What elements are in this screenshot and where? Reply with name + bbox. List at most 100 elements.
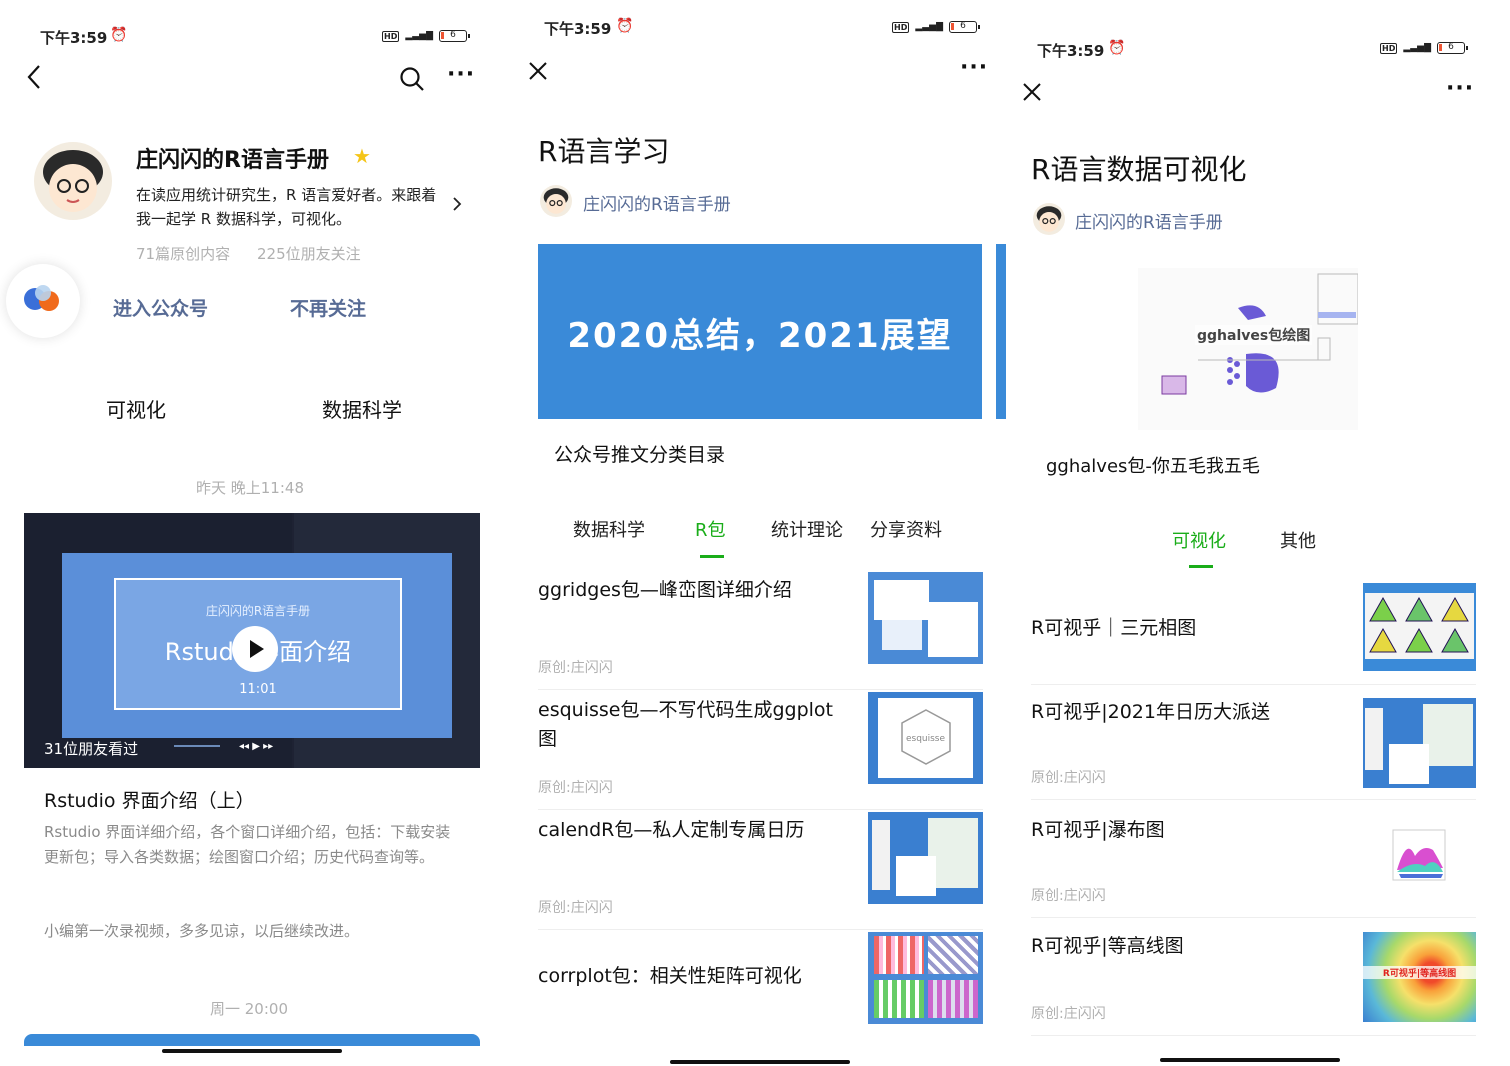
album-title: R语言学习 <box>538 135 670 168</box>
article-thumbnail <box>1363 583 1476 671</box>
account-profile-panel: 下午3:59 ⏰ HD ▂▃▅▇ 6 ··· 庄闪闪的R语言手册 ★ 在读应用统… <box>0 0 500 1066</box>
app-logo-icon <box>6 264 80 338</box>
article-thumbnail <box>1363 816 1476 906</box>
list-item[interactable]: R可视乎|等高线图 原创:庄闪闪 R可视乎|等高线图 <box>1031 926 1476 1036</box>
video-controls-icon[interactable]: ◂◂ ▶ ▸▸ <box>239 741 273 752</box>
hero-label: gghalves包绘图 <box>1195 325 1313 345</box>
avatar[interactable] <box>34 142 112 220</box>
thumb-plot <box>1365 593 1474 659</box>
list-item[interactable]: corrplot包：相关性矩阵可视化 <box>538 932 983 1050</box>
article-thumbnail <box>868 932 983 1024</box>
author-avatar[interactable] <box>540 185 572 217</box>
enter-account-button[interactable]: 进入公众号 <box>113 294 208 321</box>
article-meta: 原创:庄闪闪 <box>538 900 613 916</box>
thumb-plot <box>928 980 978 1018</box>
thumb-label: R可视乎|等高线图 <box>1363 966 1476 979</box>
category-data-science[interactable]: 数据科学 <box>322 394 402 423</box>
close-icon[interactable] <box>1022 82 1042 106</box>
banner-card[interactable]: 2020总结，2021展望 <box>538 244 982 419</box>
article-thumbnail: esquisse <box>868 692 983 784</box>
back-icon[interactable] <box>26 64 42 97</box>
tab-shared-materials[interactable]: 分享资料 <box>870 516 942 542</box>
close-icon[interactable] <box>528 61 548 85</box>
active-tab-indicator <box>1189 565 1213 568</box>
thumb-logo-card: esquisse <box>878 698 973 778</box>
video-viewers: 31位朋友看过 <box>44 740 139 758</box>
thumb-plot <box>882 620 922 650</box>
category-visualization[interactable]: 可视化 <box>106 394 166 423</box>
status-time: 下午3:59 <box>1037 42 1105 60</box>
hd-icon: HD <box>382 30 400 42</box>
article-meta: 原创:庄闪闪 <box>1031 770 1106 786</box>
play-icon[interactable] <box>232 626 278 672</box>
author-name[interactable]: 庄闪闪的R语言手册 <box>583 190 731 215</box>
status-time: 下午3:59 <box>40 29 108 47</box>
article-meta: 原创:庄闪闪 <box>538 660 613 676</box>
tab-visualization[interactable]: 可视化 <box>1172 527 1226 553</box>
list-item[interactable]: ggridges包—峰峦图详细介绍 原创:庄闪闪 <box>538 572 983 690</box>
banner-caption: 公众号推文分类目录 <box>554 444 726 466</box>
tab-data-science[interactable]: 数据科学 <box>573 516 645 542</box>
battery-icon: 6 <box>1437 42 1469 54</box>
signal-icon: ▂▃▅▇ <box>1403 43 1432 53</box>
more-icon[interactable]: ··· <box>1446 76 1474 101</box>
article-thumbnail: R可视乎|等高线图 <box>1363 932 1476 1022</box>
feed-title[interactable]: Rstudio 界面介绍（上） <box>44 786 255 813</box>
more-icon[interactable]: ··· <box>447 62 475 87</box>
next-card[interactable] <box>24 1034 480 1046</box>
list-item[interactable]: R可视乎|2021年日历大派送 原创:庄闪闪 <box>1031 690 1476 800</box>
thumb-plot <box>928 936 978 974</box>
video-card[interactable]: 庄闪闪的R语言手册 Rstudio界面介绍 11:01 31位朋友看过 ◂◂ ▶… <box>24 513 480 768</box>
original-count: 71篇原创内容 <box>136 245 231 263</box>
follower-count: 225位朋友关注 <box>257 245 361 263</box>
article-meta: 原创:庄闪闪 <box>538 780 613 796</box>
battery-icon: 6 <box>439 30 471 42</box>
list-item[interactable]: calendR包—私人定制专属日历 原创:庄闪闪 <box>538 812 983 930</box>
signal-icon: ▂▃▅▇ <box>915 22 944 32</box>
feed-timestamp-2: 周一 20:00 <box>210 1000 288 1018</box>
tab-other[interactable]: 其他 <box>1280 527 1316 553</box>
unfollow-button[interactable]: 不再关注 <box>290 294 366 321</box>
hero-image[interactable]: gghalves包绘图 <box>1138 268 1358 430</box>
home-indicator[interactable] <box>670 1060 850 1064</box>
thumb-plot <box>1389 744 1429 784</box>
feed-body: Rstudio 界面详细介绍，各个窗口详细介绍，包括：下载安装更新包；导入各类数… <box>44 823 451 866</box>
hero-caption[interactable]: gghalves包-你五毛我五毛 <box>1046 452 1260 478</box>
home-indicator[interactable] <box>162 1049 342 1053</box>
thumb-plot <box>928 602 978 657</box>
thumb-plot <box>874 936 924 974</box>
article-meta: 原创:庄闪闪 <box>1031 888 1106 904</box>
album-title: R语言数据可视化 <box>1031 153 1247 186</box>
alarm-icon: ⏰ <box>110 27 128 43</box>
article-title: R可视乎|瀑布图 <box>1031 819 1165 841</box>
article-title: ggridges包—峰峦图详细介绍 <box>538 579 792 601</box>
status-indicators: HD ▂▃▅▇ 6 <box>892 21 981 33</box>
feed-timestamp: 昨天 晚上11:48 <box>196 479 304 497</box>
video-progress[interactable] <box>174 745 220 747</box>
list-item[interactable]: R可视乎｜三元相图 <box>1031 580 1476 685</box>
article-meta: 原创:庄闪闪 <box>1031 1006 1106 1022</box>
signal-icon: ▂▃▅▇ <box>405 31 434 41</box>
list-item[interactable]: R可视乎|瀑布图 原创:庄闪闪 <box>1031 808 1476 918</box>
home-indicator[interactable] <box>1160 1058 1340 1062</box>
tab-r-packages[interactable]: R包 <box>695 516 726 542</box>
tab-stat-theory[interactable]: 统计理论 <box>771 516 843 542</box>
banner-next-card[interactable] <box>996 244 1006 419</box>
article-title: R可视乎|等高线图 <box>1031 935 1184 957</box>
album-r-learning-panel: 下午3:59 ⏰ HD ▂▃▅▇ 6 ··· R语言学习 庄闪闪的R语言手册 2… <box>506 0 1006 1066</box>
list-item[interactable]: esquisse包—不写代码生成ggplot图 原创:庄闪闪 esquisse <box>538 692 983 810</box>
search-icon[interactable] <box>399 66 425 96</box>
status-time: 下午3:59 <box>544 20 612 38</box>
chevron-right-icon[interactable] <box>452 196 462 216</box>
thumb-plot <box>874 580 929 620</box>
article-title: calendR包—私人定制专属日历 <box>538 819 805 841</box>
author-name[interactable]: 庄闪闪的R语言手册 <box>1075 208 1223 233</box>
article-title: R可视乎｜三元相图 <box>1031 617 1197 639</box>
author-avatar[interactable] <box>1033 203 1065 235</box>
feed-note: 小编第一次录视频，多多见谅，以后继续改进。 <box>44 922 360 940</box>
article-title: corrplot包：相关性矩阵可视化 <box>538 965 802 987</box>
alarm-icon: ⏰ <box>1108 40 1126 56</box>
more-icon[interactable]: ··· <box>960 55 988 80</box>
active-tab-indicator <box>700 555 724 558</box>
video-duration: 11:01 <box>239 682 277 697</box>
